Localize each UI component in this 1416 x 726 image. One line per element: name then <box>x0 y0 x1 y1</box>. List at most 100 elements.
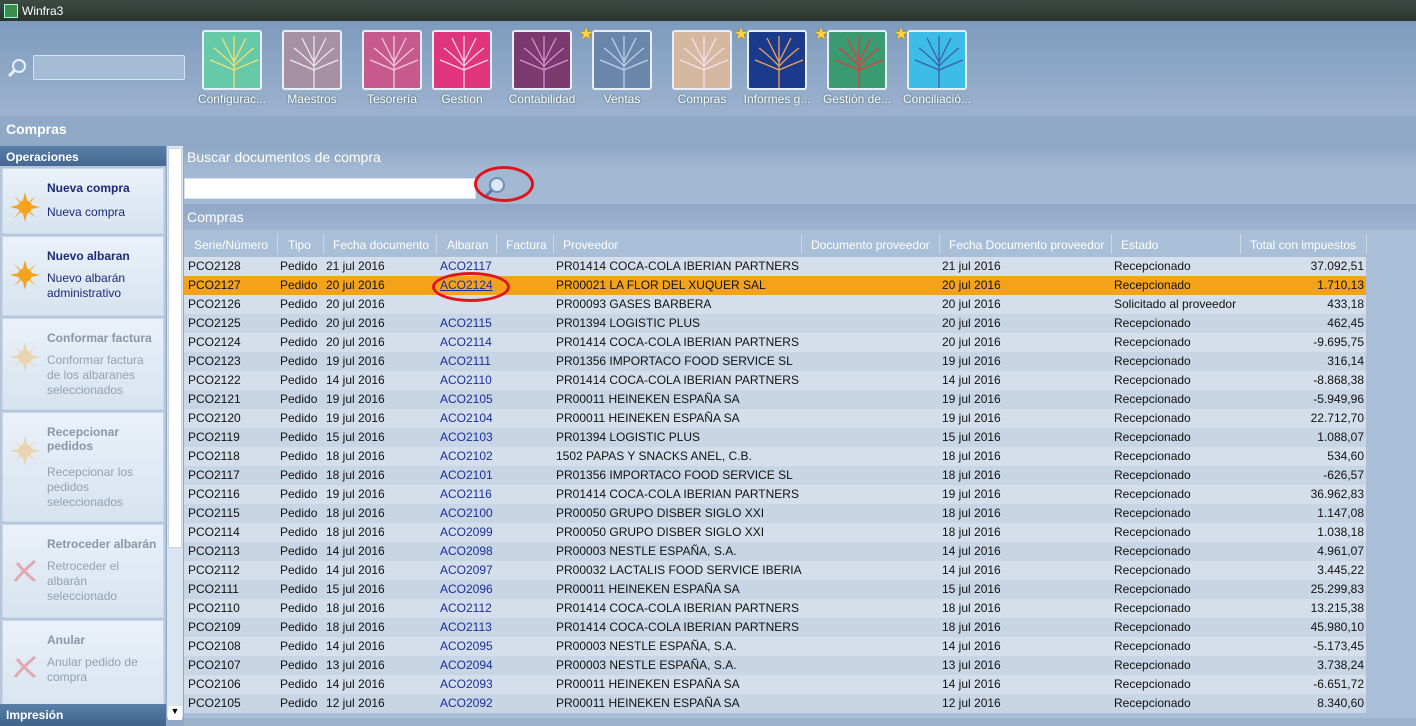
table-cell: 1.088,07 <box>1317 430 1364 444</box>
column-header[interactable]: Estado <box>1113 234 1241 254</box>
table-row[interactable]: PCO2124 Pedido 20 jul 2016 ACO2114 PR01414 C… <box>184 333 1366 352</box>
albaran-link[interactable]: ACO2116 <box>440 487 496 501</box>
table-row[interactable]: PCO2118 Pedido 18 jul 2016 ACO2102 1502 PAPA… <box>184 447 1366 466</box>
column-header[interactable]: Factura <box>498 234 554 254</box>
table-row[interactable]: PCO2116 Pedido 19 jul 2016 ACO2116 PR01414 C… <box>184 485 1366 504</box>
table-cell: PCO2108 <box>188 639 241 653</box>
printing-section-header[interactable]: Impresión <box>0 704 166 726</box>
albaran-link[interactable]: ACO2114 <box>440 335 496 349</box>
table-cell: 45.980,10 <box>1310 620 1364 634</box>
scroll-down-arrow-icon[interactable]: ▼ <box>168 706 182 720</box>
table-row[interactable]: PCO2127 Pedido 20 jul 2016 ACO2124 PR00021 L… <box>184 276 1366 295</box>
module-6[interactable]: Compras <box>663 30 741 106</box>
search-icon[interactable] <box>6 57 28 79</box>
table-row[interactable]: PCO2110 Pedido 18 jul 2016 ACO2112 PR01414 C… <box>184 599 1366 618</box>
albaran-link[interactable]: ACO2101 <box>440 468 496 482</box>
albaran-link[interactable]: ACO2097 <box>440 563 496 577</box>
albaran-link[interactable]: ACO2094 <box>440 658 496 672</box>
table-row[interactable]: PCO2107 Pedido 13 jul 2016 ACO2094 PR00003 N… <box>184 656 1366 675</box>
table-row[interactable]: PCO2114 Pedido 18 jul 2016 ACO2099 PR00050 G… <box>184 523 1366 542</box>
column-header[interactable]: Fecha documento <box>325 234 437 254</box>
table-row[interactable]: PCO2115 Pedido 18 jul 2016 ACO2100 PR00050 G… <box>184 504 1366 523</box>
module-label: Contabilidad <box>508 92 576 106</box>
x-icon <box>13 655 36 679</box>
table-cell: PR00003 NESTLE ESPAÑA, S.A. <box>556 544 737 558</box>
table-row[interactable]: PCO2122 Pedido 14 jul 2016 ACO2110 PR01414 C… <box>184 371 1366 390</box>
albaran-link[interactable]: ACO2115 <box>440 316 496 330</box>
table-cell: PCO2113 <box>188 544 240 558</box>
table-cell: PR01394 LOGISTIC PLUS <box>556 430 701 444</box>
albaran-link[interactable]: ACO2105 <box>440 392 496 406</box>
column-header[interactable]: Proveedor <box>555 234 802 254</box>
table-row[interactable]: PCO2106 Pedido 14 jul 2016 ACO2093 PR00011 H… <box>184 675 1366 694</box>
table-cell: 20 jul 2016 <box>942 335 1001 349</box>
operation-4[interactable]: Retroceder albarán Retroceder el albarán … <box>2 524 164 618</box>
operation-1[interactable]: Nuevo albaran Nuevo albarán administrativ… <box>2 236 164 316</box>
table-row[interactable]: PCO2108 Pedido 14 jul 2016 ACO2095 PR00003 N… <box>184 637 1366 656</box>
module-5[interactable]: ★ Ventas <box>579 26 661 106</box>
table-cell: 19 jul 2016 <box>326 354 385 368</box>
operation-2[interactable]: Conformar factura Conformar factura de lo… <box>2 318 164 410</box>
operation-3[interactable]: Recepcionar pedidos Recepcionar los pedid… <box>2 412 164 522</box>
column-header[interactable]: Serie/Número <box>186 234 278 254</box>
albaran-link[interactable]: ACO2117 <box>440 259 496 273</box>
table-row[interactable]: PCO2109 Pedido 18 jul 2016 ACO2113 PR01414 C… <box>184 618 1366 637</box>
albaran-link[interactable]: ACO2100 <box>440 506 496 520</box>
albaran-link[interactable]: ACO2098 <box>440 544 496 558</box>
table-cell: 14 jul 2016 <box>942 544 1001 558</box>
module-label: Informes g... <box>743 92 811 106</box>
document-search-input[interactable] <box>184 178 476 199</box>
table-row[interactable]: PCO2105 Pedido 12 jul 2016 ACO2092 PR00011 H… <box>184 694 1366 713</box>
column-header[interactable]: Fecha Documento proveedor <box>941 234 1112 254</box>
module-2[interactable]: Tesorería <box>353 30 431 106</box>
table-row[interactable]: PCO2120 Pedido 19 jul 2016 ACO2104 PR00011 H… <box>184 409 1366 428</box>
albaran-link[interactable]: ACO2103 <box>440 430 496 444</box>
column-header[interactable]: Total con impuestos <box>1242 234 1367 254</box>
table-cell: Recepcionado <box>1114 563 1191 577</box>
albaran-link[interactable]: ACO2111 <box>440 354 496 368</box>
module-0[interactable]: Configurac... <box>193 30 271 106</box>
albaran-link[interactable]: ACO2095 <box>440 639 496 653</box>
table-row[interactable]: PCO2128 Pedido 21 jul 2016 ACO2117 PR01414 C… <box>184 257 1366 276</box>
table-cell: Recepcionado <box>1114 411 1191 425</box>
table-row[interactable]: PCO2125 Pedido 20 jul 2016 ACO2115 PR01394 L… <box>184 314 1366 333</box>
operation-5[interactable]: Anular Anular pedido de compra <box>2 620 164 714</box>
albaran-link[interactable]: ACO2113 <box>440 620 496 634</box>
column-header[interactable]: Tipo <box>280 234 324 254</box>
table-row[interactable]: PCO2113 Pedido 14 jul 2016 ACO2098 PR00003 N… <box>184 542 1366 561</box>
module-1[interactable]: Maestros <box>273 30 351 106</box>
table-cell: PCO2119 <box>188 430 240 444</box>
table-row[interactable]: PCO2117 Pedido 18 jul 2016 ACO2101 PR01356 I… <box>184 466 1366 485</box>
table-cell: 20 jul 2016 <box>942 297 1001 311</box>
column-header[interactable]: Documento proveedor <box>803 234 940 254</box>
table-row[interactable]: PCO2119 Pedido 15 jul 2016 ACO2103 PR01394 L… <box>184 428 1366 447</box>
table-row[interactable]: PCO2121 Pedido 19 jul 2016 ACO2105 PR00011 H… <box>184 390 1366 409</box>
albaran-link[interactable]: ACO2099 <box>440 525 496 539</box>
albaran-link[interactable]: ACO2110 <box>440 373 496 387</box>
table-row[interactable]: PCO2112 Pedido 14 jul 2016 ACO2097 PR00032 L… <box>184 561 1366 580</box>
albaran-link[interactable]: ACO2102 <box>440 449 496 463</box>
sidebar-scrollbar[interactable]: ▼ <box>167 146 183 720</box>
scrollbar-thumb[interactable] <box>168 148 182 548</box>
column-header[interactable]: Albaran <box>439 234 497 254</box>
module-3[interactable]: Gestion <box>423 30 501 106</box>
module-4[interactable]: Contabilidad <box>503 30 581 106</box>
table-cell: Pedido <box>280 297 318 311</box>
module-9[interactable]: ★ Conciliació... <box>894 26 976 106</box>
operation-0[interactable]: Nueva compra Nueva compra <box>2 168 164 234</box>
table-cell: Recepcionado <box>1114 316 1191 330</box>
table-row[interactable]: PCO2126 Pedido 20 jul 2016 PR00093 GASES BA… <box>184 295 1366 314</box>
module-8[interactable]: ★ Gestión de... <box>814 26 896 106</box>
albaran-link[interactable]: ACO2093 <box>440 677 496 691</box>
table-row[interactable]: PCO2123 Pedido 19 jul 2016 ACO2111 PR01356 I… <box>184 352 1366 371</box>
global-search-input[interactable] <box>33 55 185 80</box>
module-7[interactable]: ★ Informes g... <box>734 26 816 106</box>
albaran-link[interactable]: ACO2112 <box>440 601 496 615</box>
albaran-link[interactable]: ACO2092 <box>440 696 496 710</box>
sun-icon <box>10 342 40 372</box>
table-cell: Pedido <box>280 696 318 710</box>
albaran-link[interactable]: ACO2104 <box>440 411 496 425</box>
table-row[interactable]: PCO2111 Pedido 15 jul 2016 ACO2096 PR00011 H… <box>184 580 1366 599</box>
albaran-link[interactable]: ACO2096 <box>440 582 496 596</box>
table-cell: Recepcionado <box>1114 525 1191 539</box>
